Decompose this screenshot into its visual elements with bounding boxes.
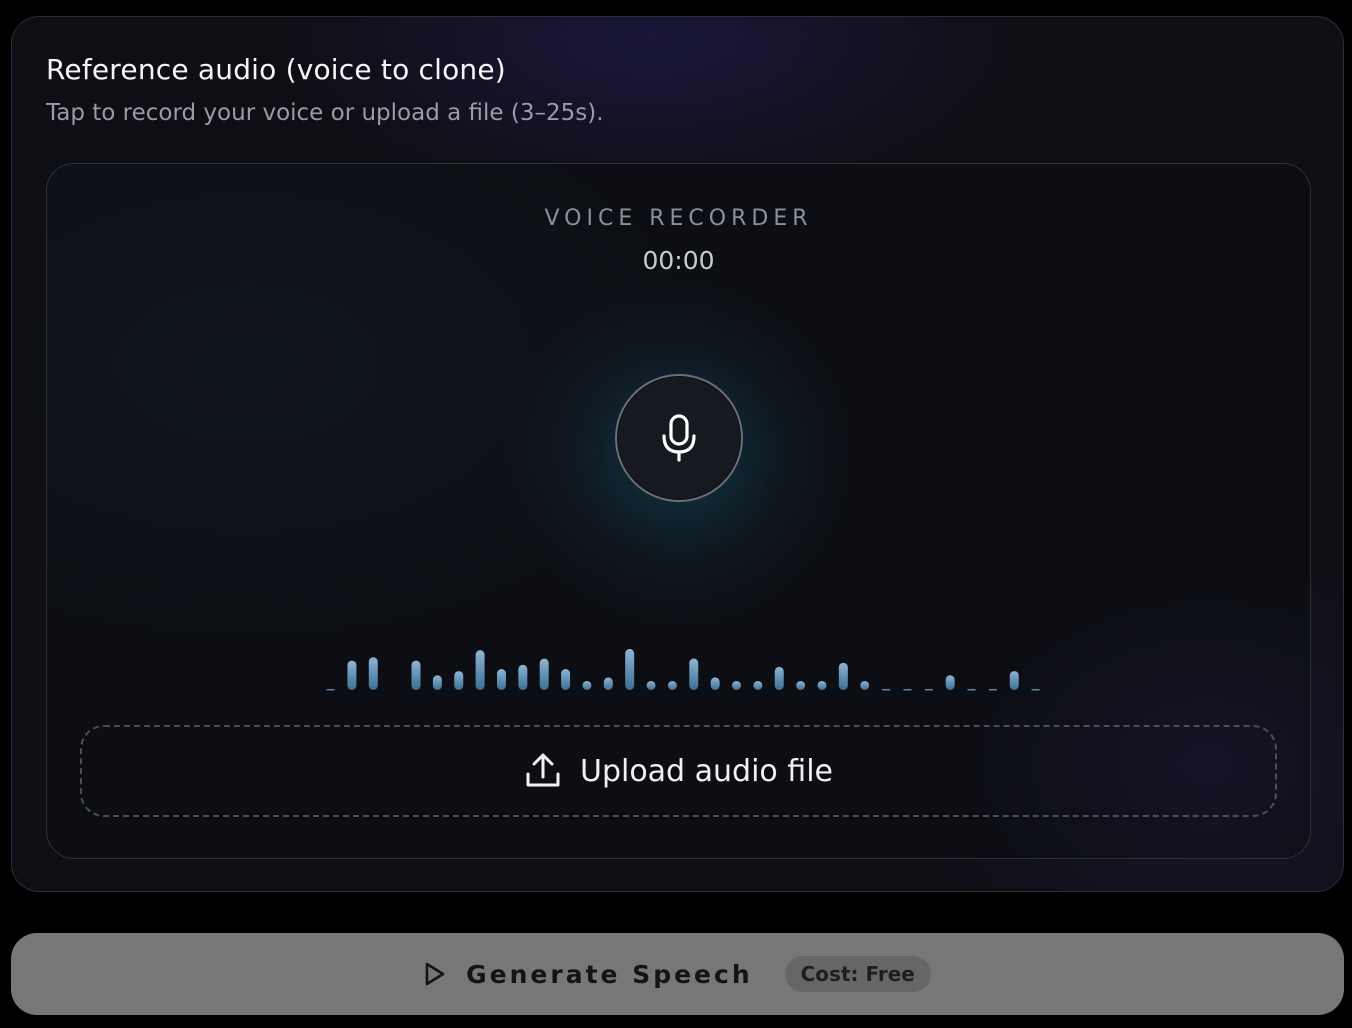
waveform-bar: [667, 680, 677, 690]
waveform-bar: [432, 675, 442, 690]
waveform-bar: [582, 680, 592, 690]
waveform-bar: [945, 675, 955, 690]
waveform-bar: [774, 666, 784, 690]
generate-speech-button[interactable]: Generate Speech Cost: Free: [11, 933, 1344, 1015]
waveform-bar: [625, 648, 635, 690]
cost-badge: Cost: Free: [784, 956, 931, 992]
record-button[interactable]: [615, 374, 743, 502]
waveform-bar: [1009, 671, 1019, 690]
waveform-bar: [561, 669, 571, 690]
waveform-bar: [860, 680, 870, 690]
upload-icon: [526, 753, 560, 787]
waveform-bar: [732, 680, 742, 690]
waveform-bar: [967, 688, 976, 691]
reference-audio-card: Reference audio (voice to clone) Tap to …: [11, 16, 1344, 892]
waveform-bar: [347, 660, 357, 690]
waveform-bar: [903, 688, 912, 691]
waveform-bar: [518, 664, 528, 690]
waveform-bar: [496, 669, 506, 690]
waveform-bar: [368, 657, 378, 690]
waveform-bar: [753, 680, 763, 690]
waveform-bar: [882, 688, 891, 691]
waveform-bar: [924, 688, 933, 691]
card-title: Reference audio (voice to clone): [46, 53, 506, 86]
voice-recorder-panel: VOICE RECORDER 00:00 Upload audio file: [46, 163, 1311, 859]
generate-speech-label: Generate Speech: [466, 959, 753, 989]
audio-waveform: [326, 648, 1040, 691]
waveform-bar: [411, 660, 421, 690]
waveform-bar: [817, 680, 827, 690]
waveform-bar: [689, 658, 699, 690]
waveform-bar: [796, 680, 806, 690]
waveform-bar: [539, 658, 549, 690]
waveform-bar: [475, 650, 485, 690]
microphone-icon: [662, 414, 696, 462]
recorder-label: VOICE RECORDER: [544, 206, 813, 231]
waveform-bar: [838, 662, 848, 690]
waveform-bar: [454, 671, 464, 690]
waveform-bar: [988, 688, 997, 691]
waveform-bar: [603, 677, 613, 690]
waveform-bar: [646, 680, 656, 690]
waveform-bar: [326, 688, 335, 691]
upload-audio-label: Upload audio file: [579, 753, 833, 789]
waveform-bar: [710, 677, 720, 690]
waveform-bar: [1031, 688, 1040, 691]
card-subtitle: Tap to record your voice or upload a fil…: [46, 100, 604, 126]
play-icon: [425, 962, 445, 986]
recording-timer: 00:00: [642, 246, 715, 275]
upload-audio-button[interactable]: Upload audio file: [80, 725, 1277, 817]
